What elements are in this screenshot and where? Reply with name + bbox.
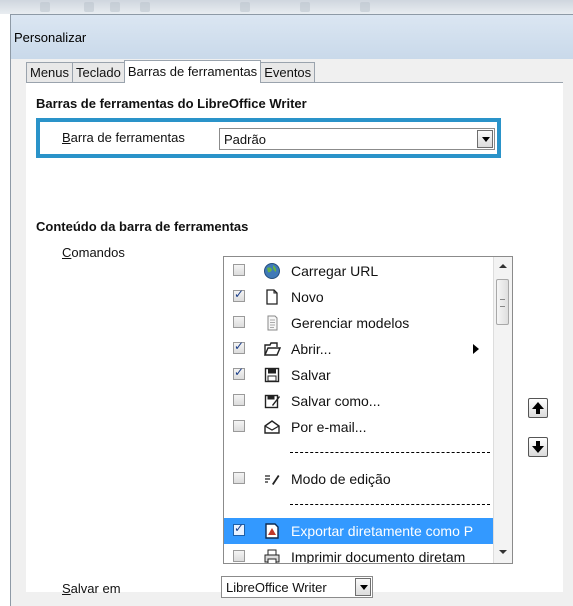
commands-label-mnemonic: C bbox=[62, 245, 72, 260]
chevron-down-icon[interactable] bbox=[477, 130, 493, 148]
background-icon bbox=[40, 2, 50, 12]
background-icon bbox=[300, 2, 310, 12]
command-checkbox[interactable] bbox=[233, 550, 245, 562]
toolbar-label: Barra de ferramentas bbox=[62, 130, 185, 145]
tab-keyboard[interactable]: Teclado bbox=[72, 62, 125, 83]
background-icon bbox=[360, 2, 370, 12]
save-in-select[interactable]: LibreOffice Writer bbox=[221, 576, 373, 598]
scrollbar-thumb[interactable] bbox=[496, 279, 509, 325]
move-up-button[interactable] bbox=[528, 398, 548, 418]
command-label: Por e-mail... bbox=[291, 419, 367, 435]
command-checkbox[interactable] bbox=[233, 316, 245, 328]
tab-toolbars[interactable]: Barras de ferramentas bbox=[123, 60, 262, 83]
command-label: Gerenciar modelos bbox=[291, 315, 410, 331]
content-section-title: Conteúdo da barra de ferramentas bbox=[36, 219, 249, 234]
list-item[interactable]: Gerenciar modelos bbox=[224, 310, 494, 336]
list-item[interactable]: Abrir... bbox=[224, 336, 494, 362]
save-icon bbox=[264, 367, 280, 383]
tab-bar: Menus Teclado Barras de ferramentas Even… bbox=[26, 60, 316, 83]
background-icon bbox=[84, 2, 94, 12]
commands-list[interactable]: Carregar URL Novo Gerenciar modelos Abri… bbox=[223, 256, 513, 564]
save-in-value: LibreOffice Writer bbox=[226, 580, 327, 595]
submenu-arrow-icon[interactable] bbox=[473, 344, 479, 354]
toolbar-label-mnemonic: B bbox=[62, 130, 71, 145]
edit-mode-icon bbox=[265, 475, 280, 485]
list-scrollbar[interactable] bbox=[493, 257, 512, 563]
email-icon bbox=[264, 420, 280, 434]
command-label: Salvar como... bbox=[291, 393, 381, 409]
dialog-title: Personalizar bbox=[14, 30, 87, 45]
command-checkbox[interactable] bbox=[233, 339, 245, 354]
toolbar-label-text: arra de ferramentas bbox=[70, 130, 185, 145]
toolbars-section-title: Barras de ferramentas do LibreOffice Wri… bbox=[36, 96, 307, 111]
scroll-up-icon[interactable] bbox=[496, 259, 510, 273]
commands-label: Comandos bbox=[62, 245, 125, 260]
command-checkbox[interactable] bbox=[233, 521, 245, 536]
save-in-mnemonic: S bbox=[62, 581, 71, 596]
list-item-selected[interactable]: Exportar diretamente como P bbox=[224, 518, 494, 544]
separator-line bbox=[290, 452, 490, 453]
command-label: Salvar bbox=[291, 367, 331, 383]
list-item[interactable]: Carregar URL bbox=[224, 258, 494, 284]
command-checkbox[interactable] bbox=[233, 472, 245, 484]
command-checkbox[interactable] bbox=[233, 394, 245, 406]
arrow-up-icon bbox=[532, 402, 544, 414]
export-pdf-icon bbox=[265, 523, 279, 539]
templates-icon bbox=[267, 315, 278, 331]
command-label: Modo de edição bbox=[291, 471, 391, 487]
toolbar-select[interactable]: Padrão bbox=[219, 128, 495, 150]
dialog-title-bar[interactable]: Personalizar bbox=[11, 15, 573, 59]
list-item[interactable]: Por e-mail... bbox=[224, 414, 494, 440]
list-item[interactable]: Modo de edição bbox=[224, 466, 494, 492]
command-checkbox[interactable] bbox=[233, 287, 245, 302]
tab-events[interactable]: Eventos bbox=[260, 62, 316, 83]
background-icon bbox=[140, 2, 150, 12]
command-label: Abrir... bbox=[291, 341, 332, 357]
background-toolbar bbox=[0, 0, 573, 14]
save-in-label-text: alvar em bbox=[70, 581, 121, 596]
tab-menus[interactable]: Menus bbox=[26, 62, 74, 83]
list-item[interactable]: Salvar como... bbox=[224, 388, 494, 414]
command-label: Novo bbox=[291, 289, 324, 305]
save-as-icon bbox=[264, 394, 280, 409]
save-in-label: Salvar em bbox=[62, 581, 121, 596]
print-icon bbox=[264, 549, 280, 563]
separator-row[interactable] bbox=[224, 440, 494, 466]
background-icon bbox=[240, 2, 250, 12]
list-item[interactable]: Imprimir documento diretam bbox=[224, 544, 494, 564]
commands-label-text: omandos bbox=[71, 245, 125, 260]
command-label: Imprimir documento diretam bbox=[291, 549, 466, 564]
move-down-button[interactable] bbox=[528, 437, 548, 457]
list-item[interactable]: Novo bbox=[224, 284, 494, 310]
chevron-down-icon[interactable] bbox=[355, 578, 371, 596]
list-item[interactable]: Salvar bbox=[224, 362, 494, 388]
background-icon bbox=[110, 2, 120, 12]
open-folder-icon bbox=[263, 342, 281, 356]
command-checkbox[interactable] bbox=[233, 264, 245, 276]
command-label: Carregar URL bbox=[291, 263, 379, 279]
command-checkbox[interactable] bbox=[233, 420, 245, 432]
separator-row[interactable] bbox=[224, 492, 494, 518]
scroll-down-icon[interactable] bbox=[496, 545, 510, 559]
toolbar-select-value: Padrão bbox=[224, 132, 266, 147]
globe-icon bbox=[264, 263, 280, 279]
separator-line bbox=[290, 504, 490, 505]
command-label: Exportar diretamente como P bbox=[291, 523, 474, 539]
new-document-icon bbox=[266, 289, 278, 305]
arrow-down-icon bbox=[532, 441, 544, 453]
command-checkbox[interactable] bbox=[233, 365, 245, 380]
